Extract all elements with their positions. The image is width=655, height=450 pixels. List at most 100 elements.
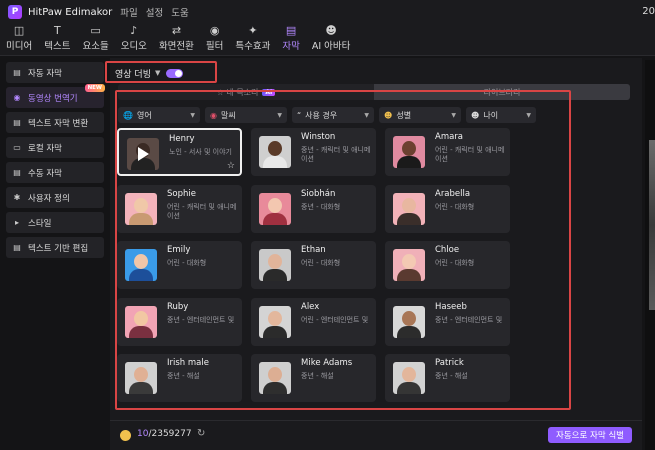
avatar <box>259 362 291 394</box>
voice-name: Amara <box>435 132 464 142</box>
avatar <box>393 306 425 338</box>
tool-subtitle[interactable]: ▤ 자막 <box>282 25 299 55</box>
play-icon[interactable] <box>138 147 149 161</box>
voice-info: Irish male 중년 - 해설 <box>167 358 242 402</box>
chevron-down-icon: ▼ <box>190 111 195 119</box>
voice-name: Emily <box>167 245 191 255</box>
refresh-icon[interactable]: ↻ <box>197 428 205 439</box>
voice-card[interactable]: Mike Adams 중년 - 해설 <box>251 354 376 402</box>
voice-info: Alex 어린 - 엔터테인먼트 및 <box>301 302 376 346</box>
voice-card[interactable]: Amara 어린 - 캐릭터 및 애니메이션 <box>385 128 510 176</box>
elements-icon: ▭ <box>90 24 101 37</box>
voice-card[interactable]: Irish male 중년 - 해설 <box>117 354 242 402</box>
credits-counter: 10/2359277 <box>137 429 192 439</box>
voice-name: Siobhán <box>301 189 336 199</box>
voice-card[interactable]: Henry 노인 - 서사 및 이야기 ☆ <box>117 128 242 176</box>
tool-text[interactable]: T 텍스트 <box>44 25 70 55</box>
chevron-down-icon[interactable]: ▼ <box>155 69 160 77</box>
menu-file[interactable]: 파일 <box>120 5 137 19</box>
sidebar-item-style[interactable]: ▸ 스타일 <box>6 212 104 233</box>
voice-tabs: ☆ 내 목소리 AI 라이브러리 <box>118 84 630 100</box>
chevron-down-icon: ▼ <box>277 111 282 119</box>
voice-description: 어린 - 엔터테인먼트 및 <box>301 316 369 324</box>
title-bar: P HitPaw Edimakor 파일 설정 도움 20 <box>0 0 655 24</box>
preview-image <box>649 140 655 310</box>
voice-card[interactable]: Emily 어린 - 대화형 <box>117 241 242 289</box>
menu-help[interactable]: 도움 <box>171 5 188 19</box>
text-to-subtitle-icon: ▤ <box>13 118 21 127</box>
sidebar-item-manual-subtitle[interactable]: ▤ 수동 자막 <box>6 162 104 183</box>
voice-card[interactable]: Ethan 어린 - 대화형 <box>251 241 376 289</box>
voice-name: Irish male <box>167 358 209 368</box>
sidebar-item-local-subtitle[interactable]: ▭ 로컬 자막 <box>6 137 104 158</box>
voice-card[interactable]: Chloe 어린 - 대화형 <box>385 241 510 289</box>
sidebar-item-auto-subtitle[interactable]: ▤ 자동 자막 <box>6 62 104 83</box>
dubbing-label[interactable]: 영상 더빙 <box>115 67 151 80</box>
tool-effects[interactable]: ✦ 특수효과 <box>235 25 270 55</box>
voice-info: Emily 어린 - 대화형 <box>167 245 242 289</box>
transition-icon: ⇄ <box>171 24 182 37</box>
sidebar-item-text-to-subtitle[interactable]: ▤ 텍스트 자막 변환 <box>6 112 104 133</box>
tool-transition[interactable]: ⇄ 화면전환 <box>159 25 194 55</box>
filter-bar: 🌐 영어 ▼ ◉ 말씨 ▼ “사용 경우 ▼ ☻ 성별 ▼ ☻ 나이 ▼ <box>118 107 630 123</box>
tool-ai-avatar[interactable]: ☻ AI 아바타 <box>312 25 351 55</box>
voice-info: Amara 어린 - 캐릭터 및 애니메이션 <box>435 132 510 176</box>
auto-subtitle-button[interactable]: 자동으로 자막 식별 <box>548 427 632 443</box>
filter-accent[interactable]: ◉ 말씨 ▼ <box>205 107 287 123</box>
voice-info: Winston 중년 - 캐릭터 및 애니메이션 <box>301 132 376 176</box>
text-icon: T <box>53 24 61 37</box>
voice-name: Sophie <box>167 189 196 199</box>
cc-icon: ▤ <box>13 68 21 77</box>
chevron-down-icon: ▼ <box>526 111 531 119</box>
voice-description: 중년 - 해설 <box>301 372 334 380</box>
filter-use-case[interactable]: “사용 경우 ▼ <box>292 107 374 123</box>
lips-icon: ◉ <box>210 110 217 120</box>
voice-info: Siobhán 중년 - 대화형 <box>301 189 376 233</box>
voice-description: 어린 - 캐릭터 및 애니메이션 <box>167 203 237 220</box>
tool-filter[interactable]: ◉ 필터 <box>206 25 223 55</box>
voice-description: 중년 - 해설 <box>435 372 468 380</box>
voice-info: Sophie 어린 - 캐릭터 및 애니메이션 <box>167 189 242 233</box>
tab-my-voice[interactable]: ☆ 내 목소리 AI <box>118 84 374 100</box>
filter-language[interactable]: 🌐 영어 ▼ <box>118 107 200 123</box>
voice-card[interactable]: Winston 중년 - 캐릭터 및 애니메이션 <box>251 128 376 176</box>
app-window: P HitPaw Edimakor 파일 설정 도움 20 ◫ 미디어 T 텍스트 … <box>0 0 655 450</box>
filter-age[interactable]: ☻ 나이 ▼ <box>466 107 536 123</box>
sidebar-item-custom[interactable]: ✱ 사용자 정의 <box>6 187 104 208</box>
sidebar-item-text-edit[interactable]: ▤ 텍스트 기반 편집 <box>6 237 104 258</box>
tool-media[interactable]: ◫ 미디어 <box>6 25 32 55</box>
avatar-icon: ☻ <box>325 24 337 37</box>
voice-card[interactable]: Arabella 어린 - 대화형 <box>385 185 510 233</box>
dubbing-row: 영상 더빙 ▼ <box>110 63 184 83</box>
voice-description: 어린 - 대화형 <box>435 203 475 211</box>
text-edit-icon: ▤ <box>13 243 21 252</box>
voice-description: 중년 - 엔터테인먼트 및 <box>167 316 235 324</box>
avatar <box>125 362 157 394</box>
voice-name: Alex <box>301 302 320 312</box>
voice-description: 노인 - 서사 및 이야기 <box>169 148 232 156</box>
filter-icon: ◉ <box>209 24 220 37</box>
voice-info: Chloe 어린 - 대화형 <box>435 245 510 289</box>
voice-info: Haseeb 중년 - 엔터테인먼트 및 <box>435 302 510 346</box>
app-logo-icon: P <box>8 5 22 19</box>
filter-gender[interactable]: ☻ 성별 ▼ <box>379 107 461 123</box>
corner-text: 20 <box>642 6 655 17</box>
tab-library[interactable]: 라이브러리 <box>374 84 630 100</box>
app-title: HitPaw Edimakor <box>28 6 113 18</box>
voice-card[interactable]: Alex 어린 - 엔터테인먼트 및 <box>251 298 376 346</box>
voice-card[interactable]: Patrick 중년 - 해설 <box>385 354 510 402</box>
menu-settings[interactable]: 설정 <box>146 5 163 19</box>
tool-elements[interactable]: ▭ 요소들 <box>82 25 108 55</box>
voice-card[interactable]: Ruby 중년 - 엔터테인먼트 및 <box>117 298 242 346</box>
voice-card[interactable]: Haseeb 중년 - 엔터테인먼트 및 <box>385 298 510 346</box>
dubbing-toggle[interactable] <box>166 68 184 78</box>
voice-card[interactable]: Sophie 어린 - 캐릭터 및 애니메이션 <box>117 185 242 233</box>
favorite-star-icon[interactable]: ☆ <box>227 161 235 171</box>
tool-audio[interactable]: ♪ 오디오 <box>121 25 147 55</box>
voice-description: 어린 - 대화형 <box>167 259 207 267</box>
gender-icon: ☻ <box>384 110 393 120</box>
age-icon: ☻ <box>471 110 480 120</box>
sidebar-item-video-translator[interactable]: ◉ 동영상 번역기 NEW <box>6 84 105 108</box>
effects-icon: ✦ <box>248 24 258 37</box>
voice-card[interactable]: Siobhán 중년 - 대화형 <box>251 185 376 233</box>
